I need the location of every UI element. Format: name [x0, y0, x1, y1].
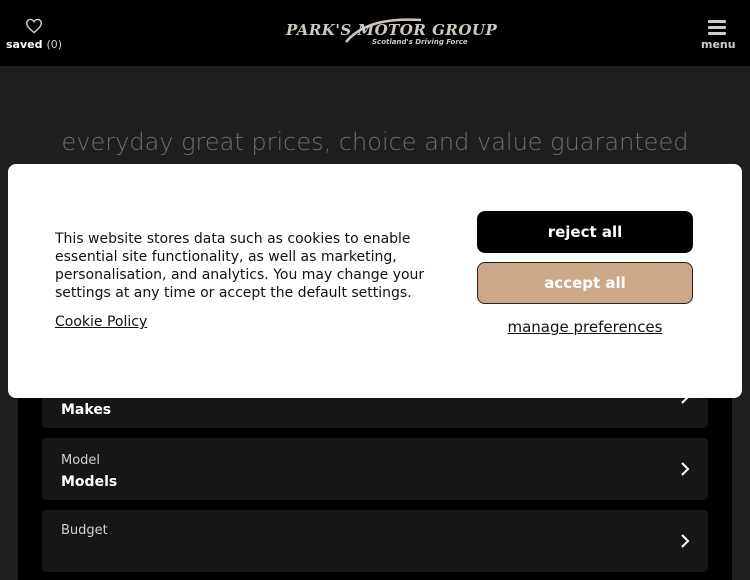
- cookie-consent-dialog: This website stores data such as cookies…: [8, 164, 742, 398]
- model-select[interactable]: Model Models: [42, 438, 708, 500]
- saved-label: saved (0): [6, 38, 62, 51]
- logo-title: PARK'S MOTOR GROUP: [286, 21, 498, 39]
- logo-tagline: Scotland's Driving Force: [372, 38, 468, 46]
- heart-icon: [25, 18, 43, 34]
- reject-all-button[interactable]: reject all: [477, 211, 693, 253]
- chevron-right-icon: [681, 534, 690, 548]
- model-select-value: Models: [61, 474, 118, 490]
- manage-preferences-link[interactable]: manage preferences: [477, 318, 693, 336]
- hero-headline: everyday great prices, choice and value …: [61, 128, 689, 156]
- cookie-policy-link[interactable]: Cookie Policy: [55, 314, 147, 330]
- brand-logo[interactable]: PARK'S MOTOR GROUP Scotland's Driving Fo…: [286, 16, 497, 48]
- saved-text: saved: [6, 38, 43, 51]
- saved-count: (0): [46, 38, 63, 51]
- budget-select-label: Budget: [61, 523, 108, 538]
- model-select-label: Model: [61, 453, 101, 468]
- menu-label: menu: [701, 38, 736, 51]
- accept-all-button[interactable]: accept all: [477, 262, 693, 304]
- hamburger-icon: [708, 20, 726, 35]
- chevron-right-icon: [681, 462, 690, 476]
- top-bar: saved (0) PARK'S MOTOR GROUP Scotland's D…: [0, 0, 750, 66]
- make-select-value: Makes: [61, 402, 112, 418]
- cookie-message: This website stores data such as cookies…: [55, 231, 425, 301]
